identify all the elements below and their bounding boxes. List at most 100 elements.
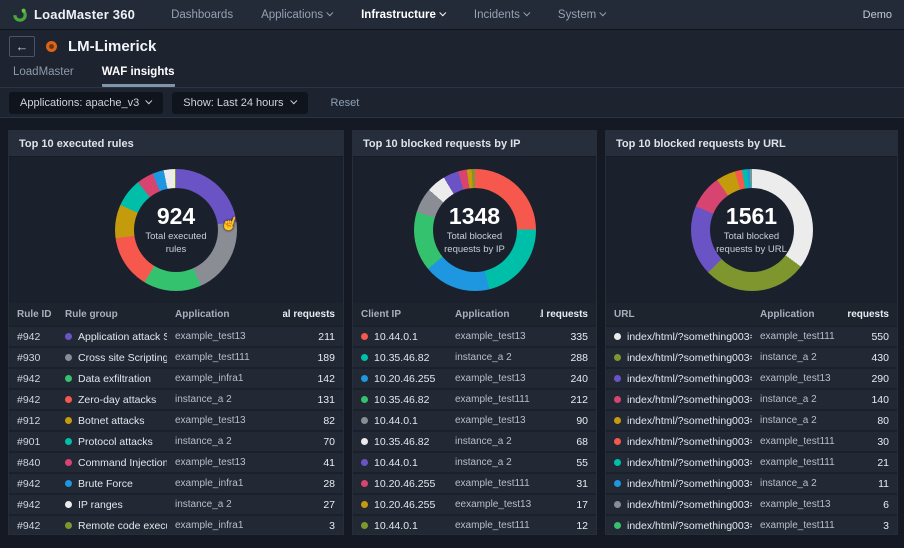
row-label: Zero-day attacks	[78, 394, 156, 406]
row-label-cell: index/html/?something003=...	[614, 373, 752, 385]
table-row[interactable]: 10.20.46.255example_test13240	[353, 369, 596, 388]
donut-chart[interactable]: 1348 Total blocked requests by IP	[414, 169, 536, 291]
row-total-cell: 212	[540, 394, 588, 406]
row-application-cell: instance_a 2	[455, 457, 532, 468]
row-label-cell: index/html/?something003=...	[614, 415, 752, 427]
table-row[interactable]: 10.35.46.82instance_a 2288	[353, 348, 596, 367]
row-application-cell: instance_a 2	[760, 478, 837, 489]
table-row[interactable]: 10.44.0.1instance_a 255	[353, 453, 596, 472]
table-row[interactable]: index/html/?something003=...instance_a 2…	[606, 390, 897, 409]
legend-dot-icon	[361, 354, 368, 361]
user-menu-demo[interactable]: Demo	[863, 9, 892, 21]
donut-chart-area: 1348 Total blocked requests by IP	[353, 157, 596, 303]
row-label-cell: 10.35.46.82	[361, 394, 447, 406]
table-row[interactable]: index/html/?something003=...example_test…	[606, 432, 897, 451]
table-row[interactable]: #942Application attack SQLexample_test13…	[9, 327, 343, 346]
table-row[interactable]: index/html/?something003=...example_test…	[606, 516, 897, 534]
donut-chart[interactable]: 924 Total executed rules	[115, 169, 237, 291]
table-row[interactable]: 10.44.0.1example_test13335	[353, 327, 596, 346]
legend-dot-icon	[65, 522, 72, 529]
time-range-dropdown[interactable]: Show: Last 24 hours	[172, 92, 307, 114]
row-label-cell: 10.44.0.1	[361, 415, 447, 427]
row-label: Brute Force	[78, 478, 133, 490]
row-label-cell: index/html/?something003=...	[614, 352, 752, 364]
table-header-row: Rule IDRule groupApplicationTotal reques…	[9, 303, 343, 325]
row-label-cell: Remote code execution (RCE)	[65, 520, 167, 532]
row-total-cell: 189	[283, 352, 335, 364]
table-row[interactable]: #942IP rangesinstance_a 227	[9, 495, 343, 514]
row-application-cell: example_test111	[455, 520, 532, 531]
legend-dot-icon	[614, 480, 621, 487]
table-row[interactable]: #942Data exfiltrationexample_infra1142	[9, 369, 343, 388]
tab-waf-insights[interactable]: WAF insights	[102, 62, 175, 87]
nav-item-applications[interactable]: Applications	[261, 9, 333, 21]
table-row[interactable]: index/html/?something003=...instance_a 2…	[606, 474, 897, 493]
data-table: Client IPApplicationTotal requests 10.44…	[353, 303, 596, 534]
table-row[interactable]: 10.35.46.82example_test111212	[353, 390, 596, 409]
table-row[interactable]: 10.44.0.1example_test1390	[353, 411, 596, 430]
row-total-cell: 21	[845, 457, 889, 469]
row-application-cell: example_test13	[455, 415, 532, 426]
total-label: Total executed rules	[138, 231, 214, 256]
row-label-cell: 10.44.0.1	[361, 457, 447, 469]
table-row[interactable]: 10.20.46.255eexample_test1317	[353, 495, 596, 514]
tab-loadmaster[interactable]: LoadMaster	[13, 62, 74, 87]
table-row[interactable]: index/html/?something003=...example_test…	[606, 369, 897, 388]
legend-dot-icon	[361, 396, 368, 403]
card-blocked-by-url: Top 10 blocked requests by URL 1561 Tota…	[605, 130, 898, 535]
nav-item-system[interactable]: System	[558, 9, 606, 21]
legend-dot-icon	[65, 459, 72, 466]
row-label-cell: 10.35.46.82	[361, 352, 447, 364]
nav-item-dashboards[interactable]: Dashboards	[171, 9, 233, 21]
applications-filter-dropdown[interactable]: Applications: apache_v3	[9, 92, 163, 114]
table-row[interactable]: #901Protocol attacksinstance_a 270	[9, 432, 343, 451]
loadmaster-logo[interactable]: LoadMaster 360	[12, 7, 135, 23]
reset-filters-button[interactable]: Reset	[331, 97, 360, 109]
row-total-cell: 131	[283, 394, 335, 406]
chevron-down-icon	[523, 9, 530, 16]
row-total-cell: 3	[845, 520, 889, 532]
row-total-cell: 142	[283, 373, 335, 385]
table-row[interactable]: #840Command Injectionexample_test1341	[9, 453, 343, 472]
legend-dot-icon	[614, 522, 621, 529]
row-label-cell: index/html/?something003=...	[614, 394, 752, 406]
back-button[interactable]: ←	[9, 36, 35, 57]
row-label: Cross site Scripting (XSS)	[78, 352, 167, 364]
column-header: Client IP	[361, 309, 447, 320]
row-total-cell: 68	[540, 436, 588, 448]
row-label-cell: Data exfiltration	[65, 373, 167, 385]
donut-chart[interactable]: 1561 Total blocked requests by URL	[691, 169, 813, 291]
row-label-cell: Application attack SQL	[65, 331, 167, 343]
legend-dot-icon	[614, 438, 621, 445]
table-row[interactable]: index/html/?something003=...instance_a 2…	[606, 411, 897, 430]
nav-item-infrastructure[interactable]: Infrastructure	[361, 9, 446, 21]
total-value: 924	[157, 204, 195, 228]
rule-id-cell: #942	[17, 394, 57, 406]
row-label: Remote code execution (RCE)	[78, 520, 167, 532]
row-total-cell: 240	[540, 373, 588, 385]
table-row[interactable]: index/html/?something003=...instance_a 2…	[606, 348, 897, 367]
nav-item-incidents[interactable]: Incidents	[474, 9, 530, 21]
table-row[interactable]: #942Zero-day attacksinstance_a 2131	[9, 390, 343, 409]
table-row[interactable]: index/html/?something003=...example_test…	[606, 327, 897, 346]
row-total-cell: 11	[845, 478, 889, 490]
row-label-cell: 10.44.0.1	[361, 520, 447, 532]
row-label: 10.35.46.82	[374, 394, 429, 406]
table-body: #942Application attack SQLexample_test13…	[9, 327, 343, 534]
legend-dot-icon	[65, 375, 72, 382]
table-row[interactable]: index/html/?something003=...example_test…	[606, 453, 897, 472]
row-total-cell: 6	[845, 499, 889, 511]
table-row[interactable]: #942Remote code execution (RCE)example_i…	[9, 516, 343, 534]
table-row[interactable]: index/html/?something003=...example_test…	[606, 495, 897, 514]
legend-dot-icon	[361, 522, 368, 529]
card-title: Top 10 blocked requests by IP	[353, 131, 596, 157]
table-row[interactable]: #930Cross site Scripting (XSS)example_te…	[9, 348, 343, 367]
table-row[interactable]: #942Brute Forceexample_infra128	[9, 474, 343, 493]
table-row[interactable]: 10.35.46.82instance_a 268	[353, 432, 596, 451]
loadmaster-logo-icon	[12, 7, 28, 23]
legend-dot-icon	[361, 333, 368, 340]
table-row[interactable]: #912Botnet attacksexample_test1382	[9, 411, 343, 430]
table-row[interactable]: 10.20.46.255example_test11131	[353, 474, 596, 493]
table-row[interactable]: 10.44.0.1example_test11112	[353, 516, 596, 534]
row-total-cell: 290	[845, 373, 889, 385]
